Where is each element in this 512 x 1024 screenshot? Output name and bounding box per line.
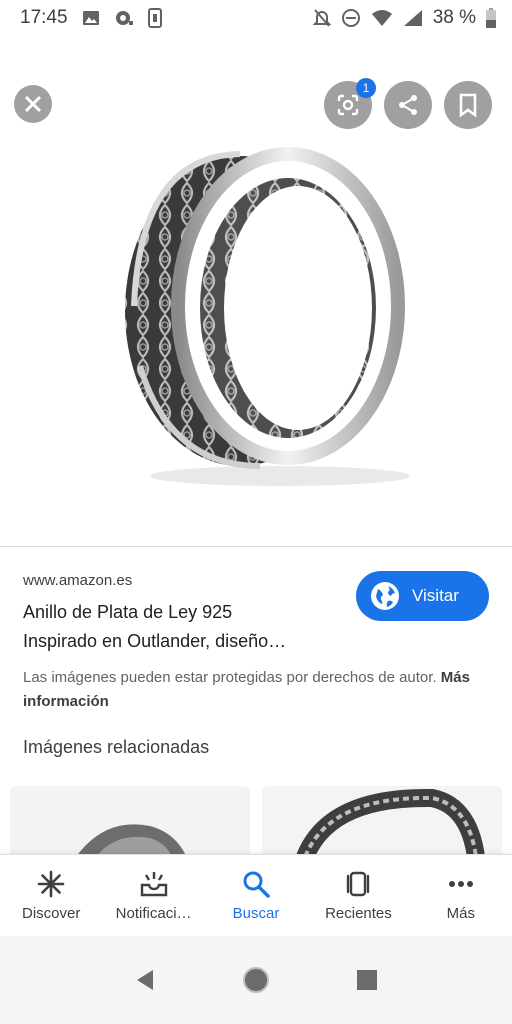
close-icon (24, 95, 42, 113)
system-navigation (0, 936, 512, 1024)
nav-notifications[interactable]: Notificaci… (102, 855, 204, 936)
bookmark-icon (459, 93, 477, 117)
asterisk-icon (37, 870, 65, 898)
back-triangle-icon (137, 970, 154, 990)
signal-icon (403, 9, 423, 27)
nav-recent-label: Recientes (325, 905, 392, 922)
share-icon (399, 95, 417, 115)
nav-notifications-label: Notificaci… (115, 905, 192, 922)
ring-image[interactable] (110, 116, 430, 496)
nav-discover[interactable]: Discover (0, 855, 102, 936)
close-button[interactable] (14, 85, 52, 123)
wifi-icon (371, 9, 393, 27)
recent-tabs-icon (347, 871, 370, 897)
globe-icon (370, 581, 400, 611)
search-icon (243, 871, 270, 898)
lens-badge: 1 (356, 78, 376, 98)
bottom-navigation: Discover Notificaci… Buscar Recientes Má… (0, 854, 512, 936)
image-notification-icon (82, 9, 100, 27)
product-title[interactable]: Anillo de Plata de Ley 925 Inspirado en … (23, 598, 343, 656)
copyright-notice: Las imágenes pueden estar protegidas por… (23, 666, 493, 714)
divider (0, 546, 512, 547)
nav-more[interactable]: Más (410, 855, 512, 936)
nav-discover-label: Discover (22, 905, 81, 922)
nav-search[interactable]: Buscar (205, 855, 307, 936)
save-button[interactable] (444, 81, 492, 129)
back-button[interactable] (115, 950, 175, 1010)
more-dots-icon (448, 881, 473, 887)
home-button[interactable] (226, 950, 286, 1010)
nav-search-label: Buscar (232, 905, 280, 922)
image-viewer[interactable]: 1 (0, 36, 512, 546)
status-time: 17:45 (20, 7, 68, 28)
mute-icon (312, 8, 331, 28)
overview-square-icon (356, 970, 377, 990)
battery-percent: 38 % (432, 7, 476, 28)
do-not-disturb-icon (341, 8, 361, 28)
visit-label: Visitar (412, 586, 459, 605)
nav-recent[interactable]: Recientes (307, 855, 409, 936)
visit-button[interactable]: Visitar (356, 571, 489, 621)
overview-button[interactable] (337, 950, 397, 1010)
share-button[interactable] (384, 81, 432, 129)
lens-icon (337, 94, 359, 116)
battery-icon (486, 8, 496, 28)
sim-notification-icon (147, 8, 162, 28)
source-url[interactable]: www.amazon.es (23, 572, 132, 589)
product-title-line1: Anillo de Plata de Ley 925 (23, 602, 233, 622)
sync-notification-icon (114, 9, 134, 27)
inbox-update-icon (140, 872, 167, 897)
nav-more-label: Más (446, 905, 475, 922)
copyright-text: Las imágenes pueden estar protegidas por… (23, 669, 437, 686)
product-title-line2: Inspirado en Outlander, diseño… (23, 631, 287, 651)
home-circle-icon (242, 967, 269, 993)
status-bar: 17:45 38 % (0, 0, 512, 36)
related-images-heading: Imágenes relacionadas (23, 737, 210, 757)
